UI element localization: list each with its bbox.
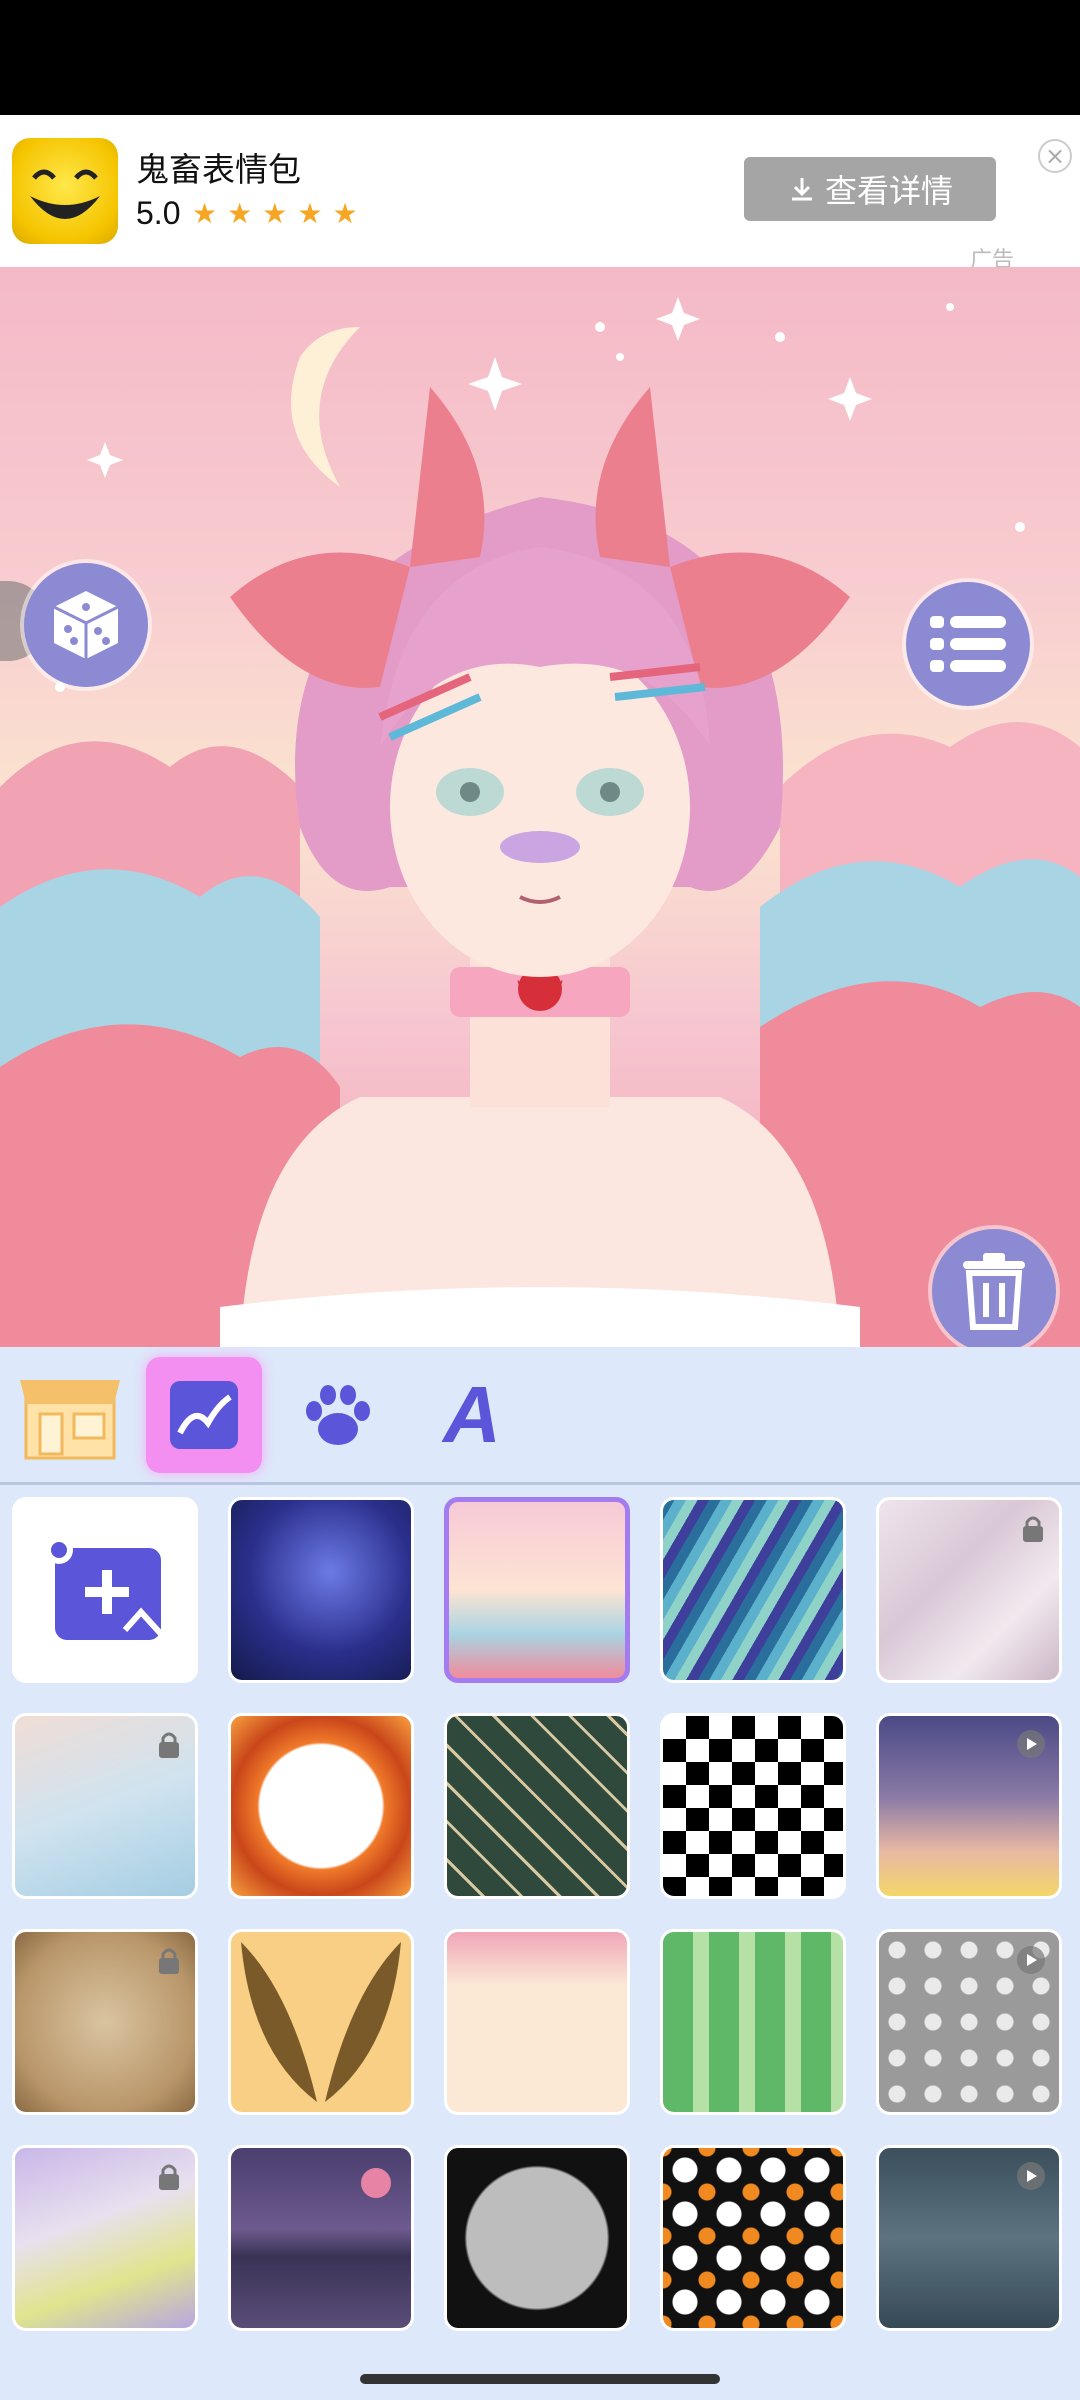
star-icon: ★ [227, 197, 253, 230]
background-tile-orange-frame[interactable] [228, 1713, 414, 1899]
ad-app-icon[interactable] [12, 138, 118, 244]
background-tile-paint-splash[interactable] [12, 2145, 198, 2331]
background-tile-blue-swirl[interactable] [660, 1497, 846, 1683]
ad-details-label: 查看详情 [824, 172, 953, 210]
background-tile-sunset-sky[interactable] [876, 1713, 1062, 1899]
status-bar [0, 0, 1080, 115]
background-tile-halloween-frame[interactable] [444, 2145, 630, 2331]
background-tile-watercolor[interactable] [12, 1713, 198, 1899]
lock-icon [1023, 1516, 1043, 1542]
background-tile-purple-lake[interactable] [228, 2145, 414, 2331]
letter-a-icon: A [443, 1370, 501, 1459]
star-icon: ★ [192, 197, 218, 230]
wings-icon [241, 1942, 401, 2102]
video-play-icon [1017, 1946, 1045, 1974]
dice-icon [53, 591, 119, 659]
background-tile-green-pattern[interactable] [444, 1713, 630, 1899]
video-play-icon [1017, 2162, 1045, 2190]
shop-icon [20, 1380, 120, 1460]
avatar-canvas[interactable] [0, 267, 1080, 1347]
star-icon: ★ [262, 197, 288, 230]
background-image-icon [170, 1381, 238, 1449]
lock-icon [159, 1948, 179, 1974]
layers-menu-button[interactable] [906, 582, 1030, 706]
background-grid [0, 1485, 1080, 2360]
trash-icon [963, 1253, 1025, 1330]
download-icon [791, 178, 812, 201]
background-tile-checkerboard[interactable] [660, 1713, 846, 1899]
tab-shop[interactable] [12, 1357, 128, 1473]
background-tile-skulls[interactable] [876, 1929, 1062, 2115]
ad-app-name: 鬼畜表情包 [136, 150, 301, 189]
lock-icon [159, 1732, 179, 1758]
random-dice-button[interactable] [24, 563, 148, 687]
ad-banner[interactable]: 鬼畜表情包 5.0 ★ ★ ★ ★ ★ 查看详情 × 广告 [0, 115, 1080, 273]
add-photo-icon [45, 1536, 164, 1640]
ad-rating: 5.0 [136, 195, 181, 231]
lock-icon [159, 2164, 179, 2190]
paw-icon [306, 1385, 370, 1445]
background-tile-marble[interactable] [876, 1497, 1062, 1683]
ad-stars: ★ ★ ★ ★ ★ [192, 197, 358, 230]
background-tile-floral[interactable] [444, 1929, 630, 2115]
home-indicator[interactable] [360, 2374, 720, 2384]
category-tabbar: A [0, 1347, 1080, 1485]
background-tile-wings[interactable] [228, 1929, 414, 2115]
list-menu-icon [930, 616, 1006, 672]
system-navigation-bar [0, 2360, 1080, 2400]
video-play-icon [1017, 1730, 1045, 1758]
tab-pet[interactable] [280, 1357, 396, 1473]
tab-text[interactable]: A [414, 1357, 530, 1473]
background-tile-pastel-clouds[interactable] [444, 1497, 630, 1683]
star-icon: ★ [297, 197, 323, 230]
background-tile-ghosts[interactable] [660, 2145, 846, 2331]
background-tile-night-sky[interactable] [876, 2145, 1062, 2331]
add-background-button[interactable] [12, 1497, 198, 1683]
avatar-artwork [0, 297, 1080, 1347]
background-tile-leaves[interactable] [660, 1929, 846, 2115]
ad-close-button[interactable]: × [1038, 139, 1072, 173]
tab-background[interactable] [146, 1357, 262, 1473]
ad-details-button[interactable]: 查看详情 [744, 157, 996, 221]
delete-button[interactable] [932, 1229, 1056, 1353]
background-tile-galaxy[interactable] [228, 1497, 414, 1683]
background-tile-old-paper[interactable] [12, 1929, 198, 2115]
star-icon: ★ [332, 197, 358, 230]
